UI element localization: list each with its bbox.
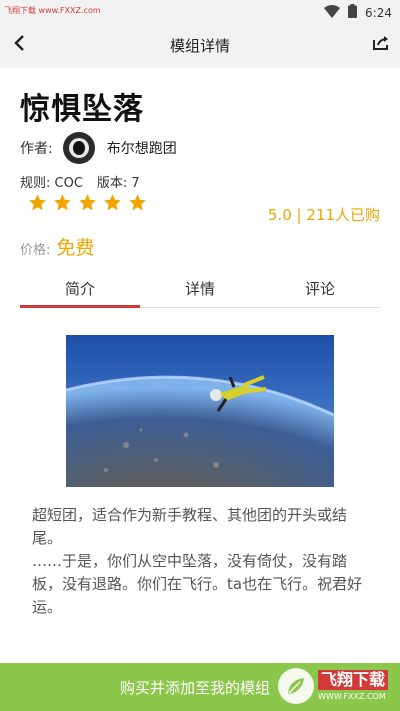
title-bar: 模组详情: [0, 22, 400, 68]
watermark-url: WWW.FXXZ.COM: [318, 692, 386, 701]
page-title: 模组详情: [169, 37, 230, 55]
price-value: 免费: [56, 237, 95, 259]
version-text: 版本: 7: [96, 176, 140, 191]
share-icon: [372, 35, 390, 55]
star-icon: [103, 193, 122, 212]
status-icons: 6:24: [324, 3, 392, 22]
tab-bar: 简介 详情 评论: [20, 270, 380, 308]
author-row: 作者: 布尔想跑团: [20, 131, 177, 165]
price-row: 价格: 免费: [20, 233, 94, 260]
watermark-title: 飞翔下载: [318, 670, 389, 690]
star-icon: [28, 193, 47, 212]
tab-details[interactable]: 详情: [140, 270, 260, 307]
star-icon: [78, 193, 97, 212]
battery-icon: [348, 3, 358, 22]
buy-add-label: 购买并添加至我的模组: [120, 679, 271, 697]
tab-intro[interactable]: 简介: [20, 270, 140, 308]
cover-image: [66, 335, 334, 487]
description: 超短团，适合作为新手教程、其他团的开头或结尾。 ……于是，你们从空中坠落，没有倚…: [32, 504, 372, 619]
wifi-icon: [324, 3, 341, 22]
author-avatar[interactable]: [62, 132, 95, 164]
status-time: 6:24: [365, 5, 392, 20]
leaf-icon: [278, 668, 314, 704]
star-icon: [128, 193, 147, 212]
star-icon: [53, 193, 72, 212]
meta-row: 规则: COC 版本: 7: [20, 172, 140, 191]
star-rating: [28, 193, 147, 212]
tab-comments[interactable]: 评论: [260, 270, 380, 307]
share-button[interactable]: [368, 32, 394, 58]
rules-text: 规则: COC: [20, 176, 83, 191]
description-paragraph: 超短团，适合作为新手教程、其他团的开头或结尾。: [32, 506, 348, 547]
price-label: 价格:: [20, 243, 51, 258]
module-title: 惊惧坠落: [20, 92, 144, 127]
author-name[interactable]: 布尔想跑团: [107, 138, 177, 158]
rating-summary: 5.0 | 211人已购: [267, 206, 380, 224]
description-paragraph: ……于是，你们从空中坠落，没有倚仗，没有踏板，没有退路。你们在飞行。ta也在飞行…: [32, 552, 363, 616]
watermark-logo: 飞翔下载 WWW.FXXZ.COM: [278, 668, 389, 704]
status-bar: 飞翔下载 www.FXXZ.com 6:24: [0, 0, 400, 22]
author-label: 作者:: [20, 141, 53, 157]
watermark-text: 飞翔下载 WWW.FXXZ.COM: [318, 670, 389, 702]
status-watermark: 飞翔下载 www.FXXZ.com: [4, 6, 101, 15]
